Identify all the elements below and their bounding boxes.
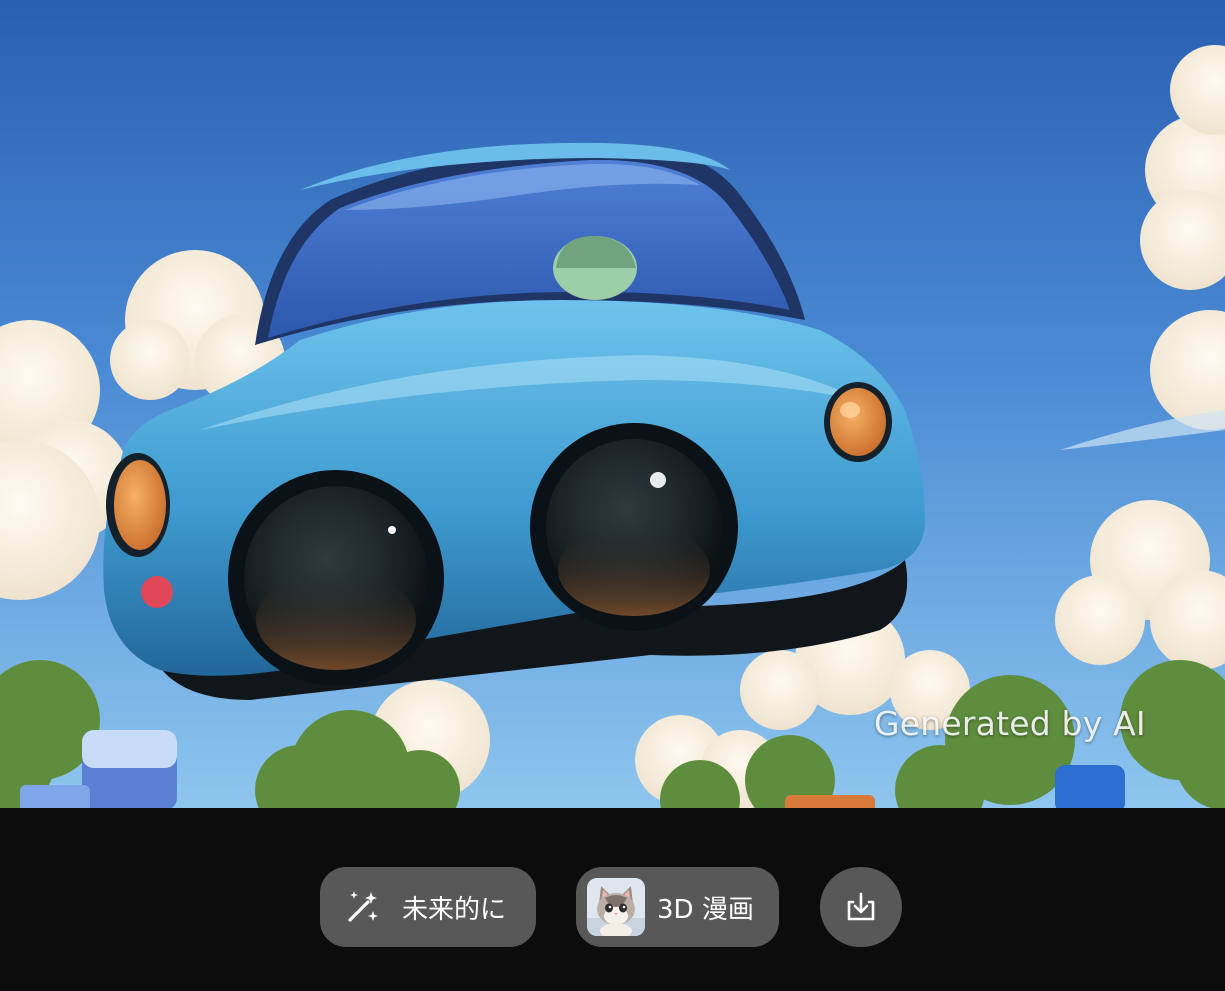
generated-image: Generated by AI: [0, 0, 1225, 808]
futuristic-style-label: 未来的に: [402, 894, 507, 925]
ai-watermark: Generated by AI: [874, 704, 1146, 743]
download-icon: [847, 892, 875, 921]
sparkle-wand-icon: [348, 891, 378, 922]
3d-manga-style-label: 3D 漫画: [657, 894, 754, 925]
style-toolbar: 未来的に 3D 漫画: [0, 808, 1225, 991]
futuristic-style-button[interactable]: 未来的に: [320, 867, 536, 947]
image-viewer: Generated by AI 未来的に 3D 漫画: [0, 0, 1225, 991]
download-button[interactable]: [820, 867, 902, 947]
flying-car-illustration: [0, 0, 1225, 808]
3d-manga-style-button[interactable]: 3D 漫画: [576, 867, 779, 947]
cat-thumbnail: [587, 878, 645, 936]
